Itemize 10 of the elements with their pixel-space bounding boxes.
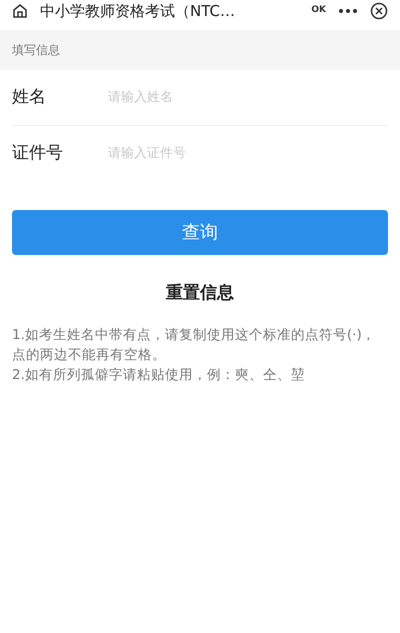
page-title: 中小学教师资格考试（NTC…: [40, 0, 236, 22]
note-text: 1.如考生姓名中带有点，请复制使用这个标准的点符号(·)，点的两边不能再有空格。: [12, 326, 377, 365]
note-text: 2.如有所列孤僻字请粘贴使用，例：奭、仝、堃: [12, 366, 306, 385]
field-label: 姓名: [12, 86, 47, 109]
more-icon[interactable]: [338, 8, 358, 14]
close-icon[interactable]: [370, 2, 388, 20]
field-label: 证件号: [12, 142, 64, 166]
section-title: 填写信息: [12, 42, 60, 59]
home-icon[interactable]: [12, 3, 28, 19]
ok-label: OK: [311, 4, 326, 18]
